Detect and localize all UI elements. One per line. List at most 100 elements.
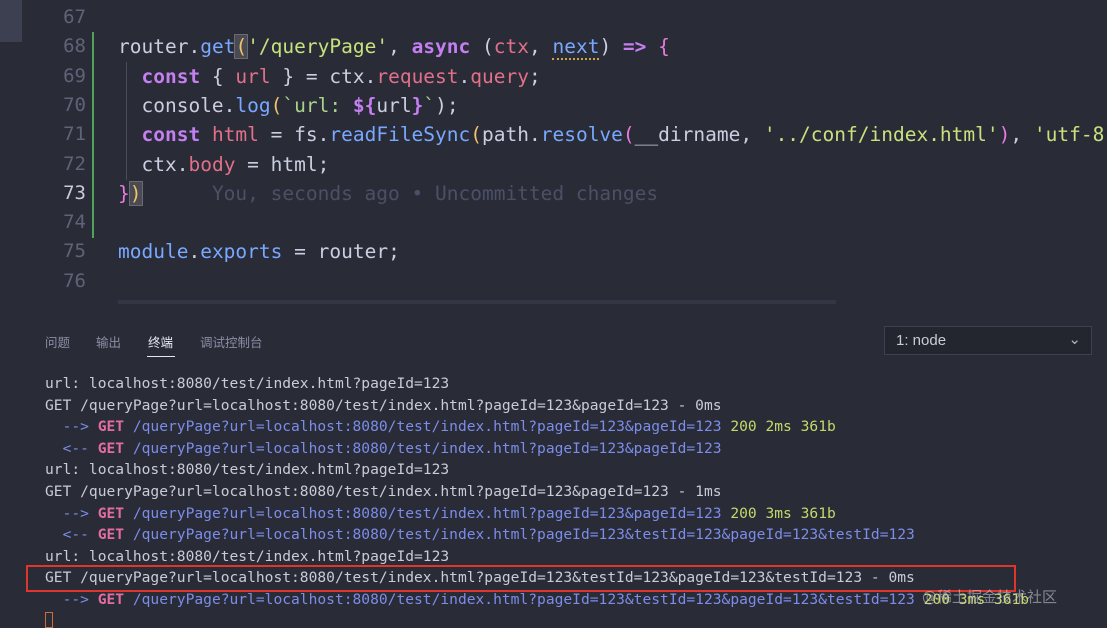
terminal-token: 200	[721, 418, 757, 436]
line-number: 72	[63, 152, 86, 175]
code-token: ,	[740, 123, 764, 147]
code-token: )	[998, 123, 1011, 147]
code-token: router	[317, 240, 389, 264]
terminal-token: GET	[97, 591, 125, 608]
code-token: router	[118, 35, 189, 59]
line-number: 67	[63, 6, 86, 28]
terminal-token: 200	[721, 504, 757, 522]
code-token: );	[435, 93, 459, 117]
code-editor[interactable]: 67 68 69 70 71 72 73 74 75 76 router.get('/queryP…	[0, 0, 1107, 318]
code-token: ,	[1010, 123, 1034, 147]
terminal-token: -->	[45, 504, 98, 522]
code-token: body	[188, 152, 236, 176]
terminal-cursor	[45, 612, 53, 628]
terminal-line: url: localhost:8080/test/index.html?page…	[45, 459, 449, 481]
code-token: (	[622, 123, 635, 147]
code-token: request	[376, 64, 459, 88]
code-token: path	[482, 123, 529, 147]
code-line[interactable]: const { url } = ctx.request.query;	[118, 62, 540, 91]
code-token: .	[458, 64, 471, 88]
line-number: 73	[63, 181, 86, 204]
terminal-token: url: localhost:8080/test/index.html?page…	[45, 461, 450, 479]
git-blame-annotation: You, seconds ago • Uncommitted changes	[141, 181, 659, 205]
code-token: ctx	[493, 35, 529, 59]
terminal-token: /queryPage?url=localhost:8080/test/index…	[124, 439, 722, 457]
horizontal-scrollbar[interactable]	[118, 300, 836, 304]
terminal-token: 361b	[791, 418, 836, 436]
terminal-line: --> GET /queryPage?url=localhost:8080/te…	[45, 416, 836, 438]
watermark: @稀土掘金技术社区	[922, 588, 1058, 606]
line-number: 74	[63, 211, 86, 234]
terminal-token: GET	[97, 418, 125, 436]
terminal-line: --> GET /queryPage?url=localhost:8080/te…	[45, 503, 836, 525]
tab-terminal[interactable]: 终端	[148, 332, 173, 351]
code-token: url	[235, 64, 271, 88]
code-token: )	[128, 180, 143, 206]
code-token: readFileSync	[329, 123, 471, 147]
code-token: =	[258, 123, 295, 147]
line-number: 69	[63, 64, 86, 87]
code-token: url	[376, 93, 412, 117]
git-change-gutter	[92, 32, 94, 238]
terminal-line: GET /queryPage?url=localhost:8080/test/i…	[45, 395, 722, 417]
code-line[interactable]: ctx.body = html;	[118, 150, 329, 179]
code-token: get	[200, 35, 236, 59]
code-token: query	[470, 64, 529, 88]
tab-debug-console[interactable]: 调试控制台	[200, 332, 263, 351]
code-token: ,	[528, 35, 553, 59]
terminal-select[interactable]: 1: node ⌄	[884, 326, 1092, 355]
code-token: (	[234, 34, 249, 60]
code-token: ctx	[141, 152, 177, 176]
code-token: `url:	[282, 93, 353, 117]
code-token: '../conf/index.html'	[763, 123, 999, 147]
tab-problems[interactable]: 问题	[45, 332, 70, 351]
code-token: )	[599, 35, 623, 59]
line-number: 68	[63, 35, 86, 58]
code-token: const	[141, 64, 201, 88]
code-token: =	[282, 240, 318, 264]
code-token: fs	[294, 123, 318, 147]
code-token: .	[223, 93, 236, 117]
bottom-panel: 问题 输出 终端 调试控制台 1: node ⌄ url: localhost:…	[0, 318, 1107, 628]
code-token: =	[235, 152, 271, 176]
terminal-token: /queryPage?url=localhost:8080/test/index…	[124, 504, 722, 522]
terminal-line: GET /queryPage?url=localhost:8080/test/i…	[45, 481, 722, 503]
code-token: next	[552, 35, 600, 61]
code-line[interactable]: router.get('/queryPage', async (ctx, nex…	[118, 32, 670, 61]
line-number: 75	[63, 240, 86, 263]
code-token: .	[176, 152, 189, 176]
code-line[interactable]: }) You, seconds ago • Uncommitted change…	[118, 179, 658, 208]
code-token: html	[211, 123, 259, 147]
tab-output[interactable]: 输出	[96, 332, 121, 351]
code-token: (	[470, 35, 494, 59]
terminal-token: GET /queryPage?url=localhost:8080/test/i…	[45, 483, 722, 500]
code-token: ctx	[329, 64, 365, 88]
terminal-token: /queryPage?url=localhost:8080/test/index…	[124, 418, 722, 436]
code-token: .	[364, 64, 377, 88]
highlight-box	[26, 565, 1016, 592]
code-token: 'utf-8	[1033, 123, 1105, 147]
code-token: html	[270, 152, 318, 176]
terminal-token: GET /queryPage?url=localhost:8080/test/i…	[45, 396, 722, 414]
code-token: `	[423, 93, 436, 117]
code-token: ;	[317, 152, 330, 176]
code-token: (	[270, 93, 283, 117]
code-line[interactable]: const html = fs.readFileSync(path.resolv…	[118, 120, 1104, 149]
terminal-select-value: 1: node	[896, 332, 947, 349]
terminal-token: GET	[97, 439, 125, 457]
terminal-line: <-- GET /queryPage?url=localhost:8080/te…	[45, 438, 722, 460]
code-token: exports	[200, 240, 283, 264]
code-token: (	[470, 123, 483, 147]
terminal-token: -->	[45, 418, 98, 436]
code-line[interactable]: console.log(`url: ${url}`);	[118, 91, 459, 120]
code-token: {	[200, 64, 236, 88]
chevron-down-icon: ⌄	[1068, 331, 1081, 348]
code-token: ${	[352, 93, 377, 117]
code-token: log	[235, 93, 271, 117]
terminal-token: GET	[97, 526, 125, 544]
terminal-token: /queryPage?url=localhost:8080/test/index…	[124, 591, 915, 608]
code-line[interactable]: module.exports = router;	[118, 237, 400, 266]
